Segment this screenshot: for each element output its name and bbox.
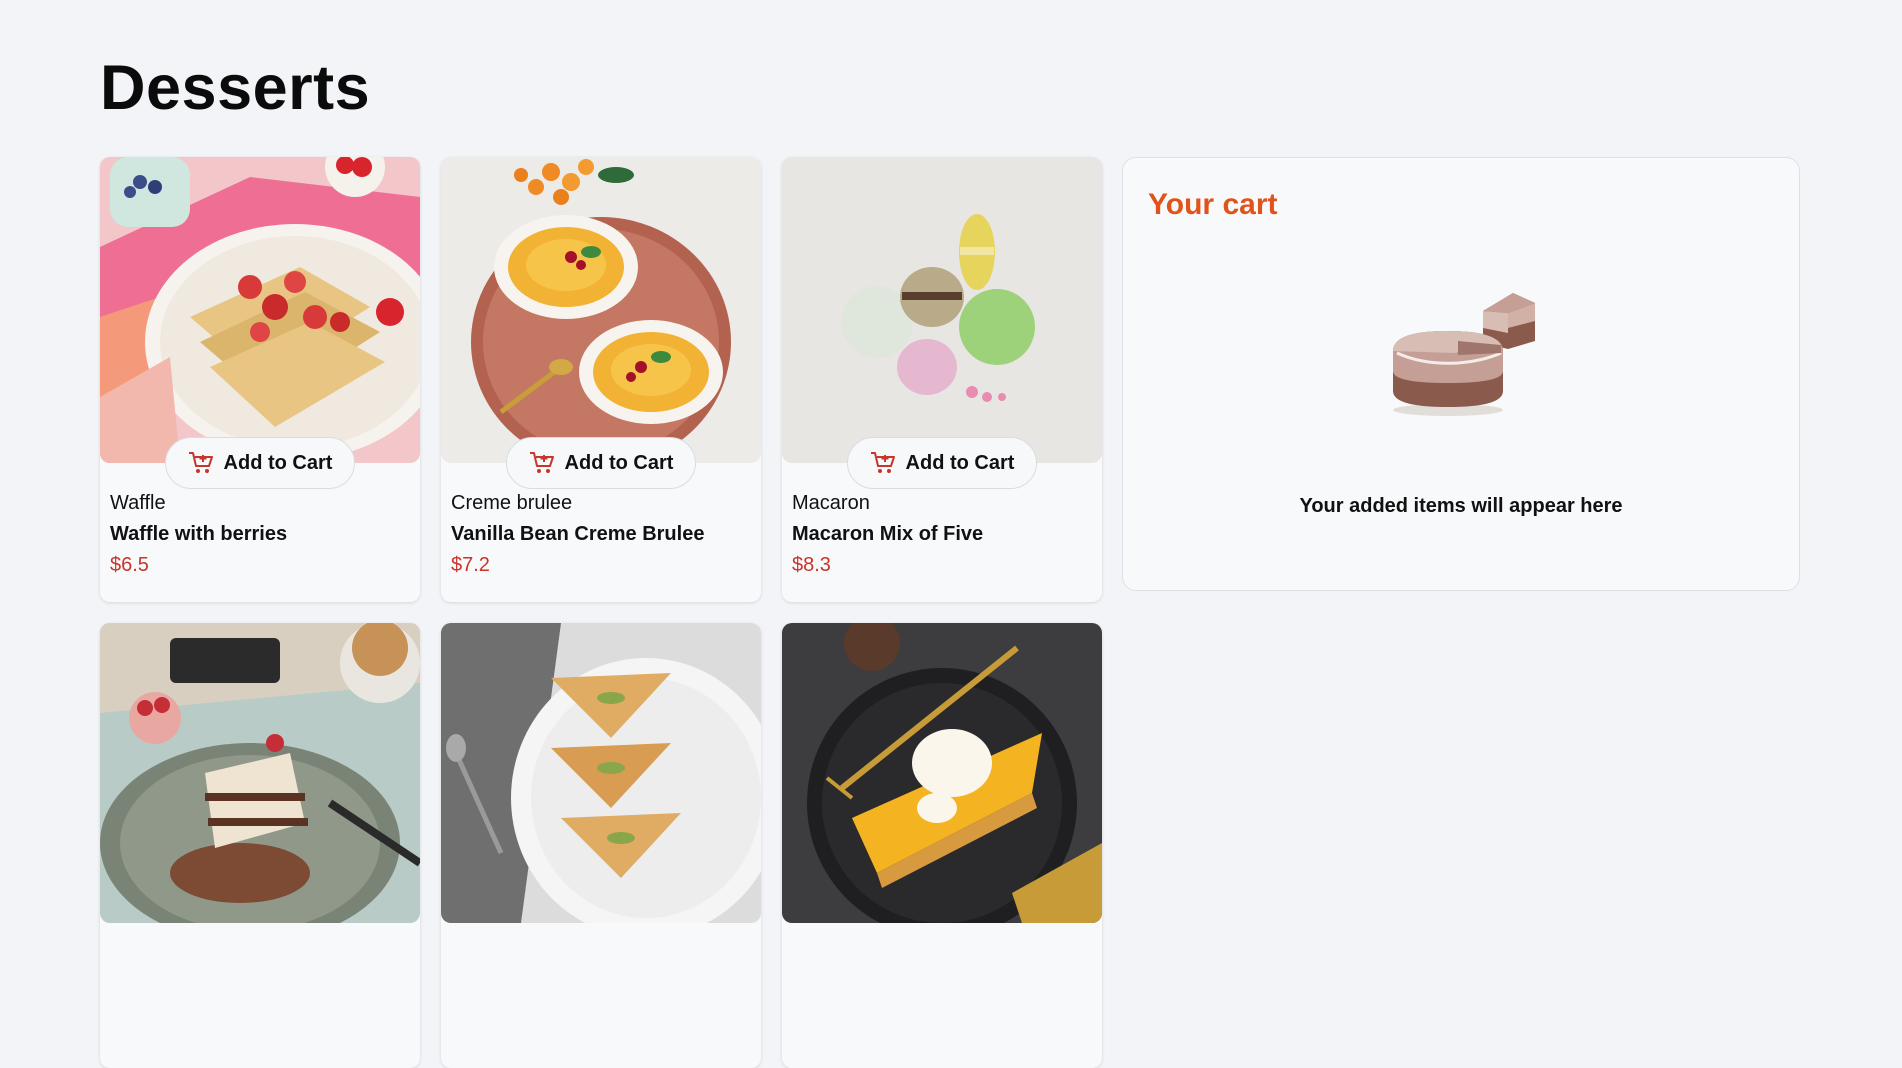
product-card-baklava bbox=[441, 623, 761, 1068]
add-to-cart-button[interactable]: Add to Cart bbox=[506, 437, 696, 489]
product-price: $7.2 bbox=[451, 554, 490, 576]
product-image-tiramisu bbox=[100, 623, 420, 923]
add-to-cart-label: Add to Cart bbox=[905, 451, 1015, 474]
page-title: Desserts bbox=[100, 53, 371, 123]
product-card-waffle: Add to Cart Waffle Waffle with berries $… bbox=[100, 157, 420, 602]
product-category: Creme brulee bbox=[451, 492, 573, 514]
product-image-creme-brulee bbox=[441, 157, 761, 463]
product-info: Waffle Waffle with berries $6.5 bbox=[110, 492, 287, 577]
product-name: Waffle with berries bbox=[110, 523, 288, 545]
product-grid: Add to Cart Waffle Waffle with berries $… bbox=[100, 157, 1102, 1068]
cart-panel: Your cart Your added items will appear h… bbox=[1122, 157, 1800, 591]
add-to-cart-button[interactable]: Add to Cart bbox=[165, 437, 355, 489]
product-card-pie bbox=[782, 623, 1102, 1068]
product-price: $6.5 bbox=[110, 554, 149, 576]
product-card-macaron: Add to Cart Macaron Macaron Mix of Five … bbox=[782, 157, 1102, 602]
add-to-cart-label: Add to Cart bbox=[564, 451, 674, 474]
cart-title: Your cart bbox=[1148, 188, 1278, 221]
add-to-cart-button[interactable]: Add to Cart bbox=[847, 437, 1037, 489]
product-name: Vanilla Bean Creme Brulee bbox=[451, 523, 705, 545]
product-info: Macaron Macaron Mix of Five $8.3 bbox=[792, 492, 983, 577]
product-image-baklava bbox=[441, 623, 761, 923]
product-image-pie bbox=[782, 623, 1102, 923]
add-to-cart-label: Add to Cart bbox=[223, 451, 333, 474]
empty-cake-icon bbox=[1383, 283, 1543, 418]
product-category: Waffle bbox=[110, 492, 166, 514]
product-card-tiramisu bbox=[100, 623, 420, 1068]
cart-plus-icon bbox=[870, 451, 896, 475]
product-info: Creme brulee Vanilla Bean Creme Brulee $… bbox=[451, 492, 704, 577]
cart-plus-icon bbox=[529, 451, 555, 475]
cart-empty-message: Your added items will appear here bbox=[1299, 495, 1623, 517]
product-name: Macaron Mix of Five bbox=[792, 523, 984, 545]
product-card-creme-brulee: Add to Cart Creme brulee Vanilla Bean Cr… bbox=[441, 157, 761, 602]
product-image-waffle bbox=[100, 157, 420, 463]
product-price: $8.3 bbox=[792, 554, 831, 576]
product-category: Macaron bbox=[792, 492, 870, 514]
cart-plus-icon bbox=[188, 451, 214, 475]
product-image-macaron bbox=[782, 157, 1102, 463]
